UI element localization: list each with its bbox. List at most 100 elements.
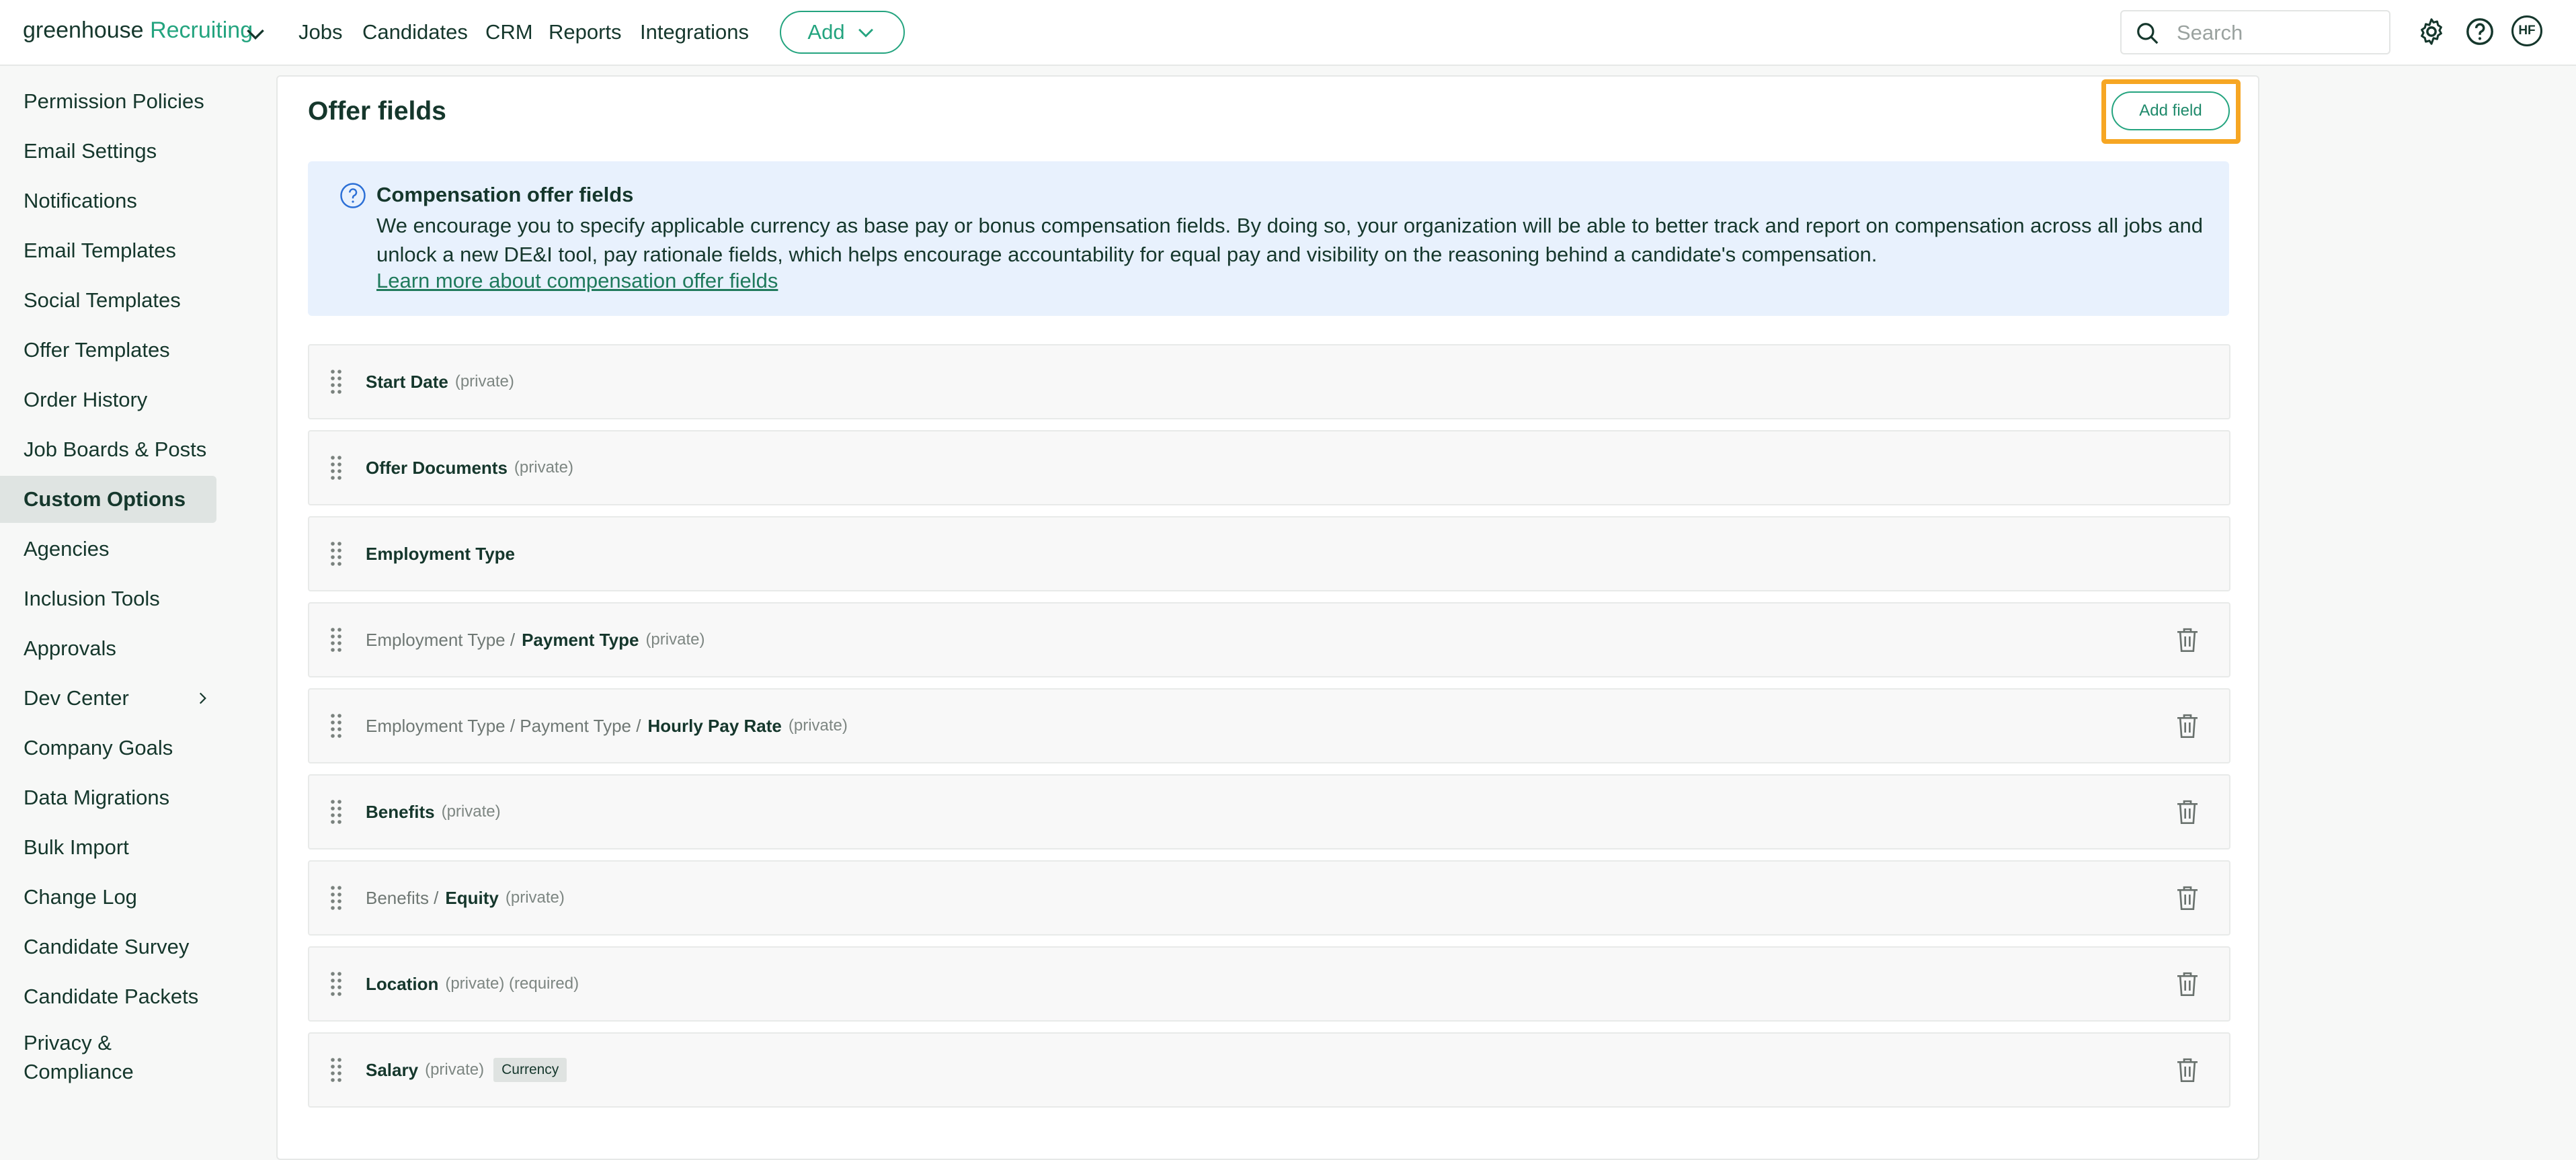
chevron-right-icon <box>199 692 206 704</box>
trash-icon[interactable] <box>2174 797 2201 827</box>
offer-fields-panel: Offer fields Add field Compensation offe… <box>276 75 2259 1160</box>
drag-handle-icon[interactable] <box>329 884 343 911</box>
field-name: Payment Type <box>522 629 639 650</box>
drag-handle-icon[interactable] <box>329 368 343 395</box>
currency-badge: Currency <box>493 1058 567 1082</box>
question-circle-icon <box>340 183 366 208</box>
trash-icon[interactable] <box>2174 969 2201 999</box>
greenhouse-logo[interactable]: greenhouse Recruiting <box>23 17 253 44</box>
sidebar-item-change-log[interactable]: Change Log <box>0 874 216 921</box>
field-name: Hourly Pay Rate <box>647 715 782 736</box>
add-button-label: Add <box>807 20 845 44</box>
sidebar-item-agencies[interactable]: Agencies <box>0 526 216 573</box>
trash-icon[interactable] <box>2174 711 2201 741</box>
add-button[interactable]: Add <box>780 11 905 54</box>
sidebar-item-dev-center[interactable]: Dev Center <box>0 675 216 722</box>
offer-field-row[interactable]: Employment Type <box>308 516 2230 591</box>
drag-handle-icon[interactable] <box>329 712 343 739</box>
settings-sidebar: Permission Policies Email Settings Notif… <box>0 67 229 1160</box>
field-label: Employment Type / Payment Type (private) <box>366 604 705 676</box>
offer-field-row[interactable]: Salary (private) Currency <box>308 1032 2230 1108</box>
nav-integrations[interactable]: Integrations <box>640 20 749 44</box>
offer-field-row[interactable]: Employment Type / Payment Type / Hourly P… <box>308 688 2230 763</box>
drag-handle-icon[interactable] <box>329 1057 343 1083</box>
nav-reports[interactable]: Reports <box>549 20 622 44</box>
trash-icon[interactable] <box>2174 883 2201 913</box>
field-name: Benefits <box>366 801 435 822</box>
drag-handle-icon[interactable] <box>329 540 343 567</box>
field-parent-path: Employment Type / <box>366 629 516 650</box>
sidebar-item-permission-policies[interactable]: Permission Policies <box>0 78 216 125</box>
offer-field-row[interactable]: Location (private) (required) <box>308 946 2230 1022</box>
field-label: Salary (private) Currency <box>366 1034 567 1106</box>
field-label: Employment Type <box>366 517 515 590</box>
sidebar-item-email-settings[interactable]: Email Settings <box>0 128 216 175</box>
field-label: Start Date (private) <box>366 345 514 418</box>
trash-icon[interactable] <box>2174 1055 2201 1085</box>
field-name: Salary <box>366 1059 419 1080</box>
offer-field-row[interactable]: Benefits (private) <box>308 774 2230 850</box>
drag-handle-icon[interactable] <box>329 970 343 997</box>
sidebar-item-offer-templates[interactable]: Offer Templates <box>0 327 216 374</box>
sidebar-item-candidate-packets[interactable]: Candidate Packets <box>0 973 216 1020</box>
sidebar-item-privacy-compliance[interactable]: Privacy & Compliance <box>0 1027 148 1087</box>
offer-field-row[interactable]: Employment Type / Payment Type (private) <box>308 602 2230 677</box>
field-label: Benefits / Equity (private) <box>366 862 565 934</box>
field-parent-path: Benefits / <box>366 887 439 908</box>
sidebar-item-order-history[interactable]: Order History <box>0 376 216 423</box>
sidebar-item-inclusion-tools[interactable]: Inclusion Tools <box>0 575 216 622</box>
field-name: Location <box>366 973 439 994</box>
sidebar-item-bulk-import[interactable]: Bulk Import <box>0 824 216 871</box>
field-label: Employment Type / Payment Type / Hourly P… <box>366 690 848 762</box>
brand-name: greenhouse <box>23 17 144 43</box>
chevron-down-icon[interactable] <box>242 20 269 47</box>
sidebar-item-label: Dev Center <box>24 686 129 710</box>
field-label: Benefits (private) <box>366 776 501 848</box>
offer-field-row[interactable]: Offer Documents (private) <box>308 430 2230 505</box>
sidebar-item-job-boards-posts[interactable]: Job Boards & Posts <box>0 426 216 473</box>
drag-handle-icon[interactable] <box>329 626 343 653</box>
field-tags: (private) <box>454 372 514 390</box>
page-title: Offer fields <box>308 97 446 126</box>
sidebar-item-data-migrations[interactable]: Data Migrations <box>0 774 216 821</box>
field-name: Offer Documents <box>366 457 508 478</box>
field-tags: (private) <box>788 716 848 735</box>
compensation-info-banner: Compensation offer fields We encourage y… <box>308 161 2229 316</box>
field-tags: (private) <box>514 458 573 477</box>
gear-icon[interactable] <box>2416 16 2447 47</box>
field-name: Employment Type <box>366 543 516 564</box>
drag-handle-icon[interactable] <box>329 798 343 825</box>
chevron-down-icon <box>858 28 873 38</box>
learn-more-link[interactable]: Learn more about compensation offer fiel… <box>376 269 778 293</box>
top-navigation: greenhouse Recruiting Jobs Candidates CR… <box>0 0 2576 66</box>
sidebar-item-social-templates[interactable]: Social Templates <box>0 277 216 324</box>
nav-jobs[interactable]: Jobs <box>298 20 342 44</box>
brand-product: Recruiting <box>150 17 253 43</box>
field-name: Equity <box>445 887 499 908</box>
nav-crm[interactable]: CRM <box>485 20 533 44</box>
sidebar-item-company-goals[interactable]: Company Goals <box>0 724 216 772</box>
sidebar-item-notifications[interactable]: Notifications <box>0 177 216 224</box>
trash-icon[interactable] <box>2174 625 2201 655</box>
field-name: Start Date <box>366 371 448 392</box>
avatar[interactable]: HF <box>2511 15 2542 46</box>
offer-field-row[interactable]: Benefits / Equity (private) <box>308 860 2230 936</box>
field-label: Offer Documents (private) <box>366 431 573 504</box>
drag-handle-icon[interactable] <box>329 454 343 481</box>
field-parent-path: Employment Type / Payment Type / <box>366 715 641 736</box>
sidebar-item-custom-options[interactable]: Custom Options <box>0 476 216 523</box>
sidebar-item-approvals[interactable]: Approvals <box>0 625 216 672</box>
help-icon[interactable] <box>2464 16 2495 47</box>
sidebar-item-email-templates[interactable]: Email Templates <box>0 227 216 274</box>
nav-candidates[interactable]: Candidates <box>362 20 468 44</box>
search-box[interactable] <box>2120 10 2390 54</box>
field-tags: (private) <box>425 1061 485 1079</box>
info-title: Compensation offer fields <box>376 183 634 206</box>
info-text: We encourage you to specify applicable c… <box>376 214 2203 266</box>
field-tags: (private) <box>505 888 565 907</box>
offer-field-row[interactable]: Start Date (private) <box>308 344 2230 419</box>
add-field-button[interactable]: Add field <box>2111 91 2230 130</box>
sidebar-item-candidate-survey[interactable]: Candidate Survey <box>0 923 216 970</box>
field-tags: (private) (required) <box>445 975 579 993</box>
search-input[interactable] <box>2177 18 2378 48</box>
